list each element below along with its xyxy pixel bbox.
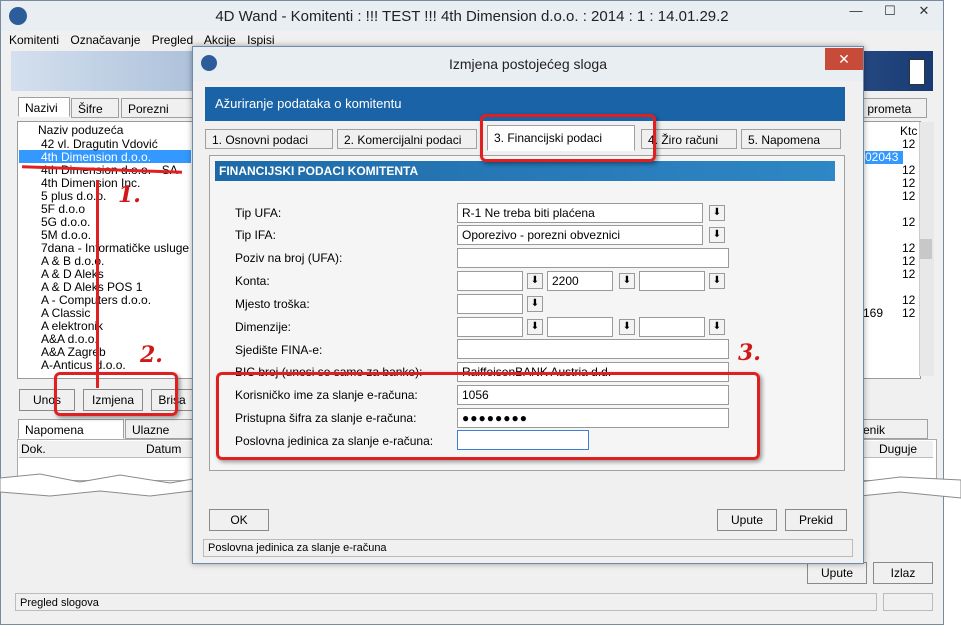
tip-ifa-label: Tip IFA: [235, 228, 276, 242]
grid-header-datum[interactable]: Datum [146, 442, 181, 456]
section-title: FINANCIJSKI PODACI KOMITENTA [215, 161, 835, 181]
sjediste-field[interactable] [457, 339, 729, 359]
tab-komercijalni-podaci[interactable]: 2. Komercijalni podaci [337, 129, 477, 149]
dimenzije-label: Dimenzije: [235, 320, 292, 334]
dialog-title: Izmjena postojećeg sloga [449, 56, 607, 72]
list-value: 12 [902, 189, 916, 203]
menu-akcije[interactable]: Akcije [204, 33, 236, 47]
tab-osnovni-podaci[interactable]: 1. Osnovni podaci [205, 129, 333, 149]
dimenzije-dropdown-3-icon[interactable]: ⬇ [709, 319, 725, 335]
tab-napomena[interactable]: Napomena [18, 419, 124, 439]
highlight-financijski-tab [480, 114, 656, 162]
prekid-button[interactable]: Prekid [785, 509, 847, 531]
main-upute-button[interactable]: Upute [807, 562, 867, 584]
mjesto-label: Mjesto troška: [235, 297, 310, 311]
sjediste-label: Sjedište FINA-e: [235, 343, 323, 357]
main-title-bar: 4D Wand - Komitenti : !!! TEST !!! 4th D… [1, 1, 943, 31]
tip-ifa-dropdown-icon[interactable]: ⬇ [709, 227, 725, 243]
grid-header-duguje[interactable]: Duguje [879, 442, 917, 456]
list-item[interactable]: A-Anticus d.o.o. [41, 359, 126, 372]
mjesto-dropdown-icon[interactable]: ⬇ [527, 296, 543, 312]
menu-komitenti[interactable]: Komitenti [9, 33, 59, 47]
mjesto-field[interactable] [457, 294, 523, 314]
list-header[interactable]: Naziv poduzeća [38, 124, 123, 137]
list-value: 12 [902, 306, 916, 320]
dimenzije-field-3[interactable] [639, 317, 705, 337]
tip-ufa-label: Tip UFA: [235, 206, 282, 220]
tab-dnevnik[interactable]: enik [856, 419, 928, 439]
konta-field-1[interactable] [457, 271, 523, 291]
konta-field-3[interactable] [639, 271, 705, 291]
main-window-title: 4D Wand - Komitenti : !!! TEST !!! 4th D… [215, 8, 729, 25]
tab-nazivi[interactable]: Nazivi [18, 97, 70, 117]
annotation-1: 1. [118, 182, 141, 208]
dimenzije-dropdown-1-icon[interactable]: ⬇ [527, 319, 543, 335]
konta-label: Konta: [235, 274, 270, 288]
upute-button[interactable]: Upute [717, 509, 777, 531]
tab-napomena-dialog[interactable]: 5. Napomena [741, 129, 841, 149]
konta-dropdown-3-icon[interactable]: ⬇ [709, 273, 725, 289]
close-icon[interactable]: ✕ [907, 1, 941, 23]
list-value: 12 [902, 267, 916, 281]
annotation-2: 2. [140, 342, 163, 368]
door-icon[interactable] [909, 59, 925, 85]
tip-ufa-dropdown-icon[interactable]: ⬇ [709, 205, 725, 221]
list-value-selected: 02043 [865, 150, 899, 164]
dialog-status-bar: Poslovna jedinica za slanje e-računa [203, 539, 853, 557]
menu-ispisi[interactable]: Ispisi [247, 33, 274, 47]
dialog-title-bar: Izmjena postojećeg sloga ✕ [193, 47, 863, 81]
dimenzije-dropdown-2-icon[interactable]: ⬇ [619, 319, 635, 335]
konta-dropdown-2-icon[interactable]: ⬇ [619, 273, 635, 289]
konta-dropdown-1-icon[interactable]: ⬇ [527, 273, 543, 289]
dimenzije-field-1[interactable] [457, 317, 523, 337]
tip-ufa-field[interactable]: R-1 Ne treba biti plaćena [457, 203, 703, 223]
poziv-label: Poziv na broj (UFA): [235, 251, 343, 265]
status-panel [883, 593, 933, 611]
tab-porezni-broj[interactable]: Porezni broj [121, 98, 195, 136]
menu-oznacavanje[interactable]: Označavanje [70, 33, 140, 47]
list-value: 12 [902, 215, 916, 229]
main-status-bar: Pregled slogova [15, 593, 877, 611]
dialog-close-icon[interactable]: ✕ [825, 48, 863, 70]
tab-sifre[interactable]: Šifre [71, 98, 119, 118]
tab-ulazne-fakture[interactable]: Ulazne fak [125, 419, 193, 457]
ok-button[interactable]: OK [209, 509, 269, 531]
annotation-arrow-line [96, 180, 99, 388]
tip-ifa-field[interactable]: Oporezivo - porezni obveznici [457, 225, 703, 245]
list-value: 169 [863, 306, 884, 320]
highlight-izmjena [54, 372, 178, 416]
menu-pregled[interactable]: Pregled [152, 33, 193, 47]
dimenzije-field-2[interactable] [547, 317, 613, 337]
minimize-icon[interactable]: — [839, 1, 873, 23]
scrollbar-thumb[interactable] [920, 239, 932, 259]
izlaz-button[interactable]: Izlaz [873, 562, 933, 584]
poziv-field[interactable] [457, 248, 729, 268]
list-value: 12 [902, 137, 916, 151]
highlight-e-racun-fields [216, 372, 760, 460]
annotation-3: 3. [738, 340, 761, 366]
konta-field-2[interactable]: 2200 [547, 271, 613, 291]
grid-header-dok[interactable]: Dok. [21, 442, 46, 456]
maximize-icon[interactable]: ☐ [873, 1, 907, 23]
